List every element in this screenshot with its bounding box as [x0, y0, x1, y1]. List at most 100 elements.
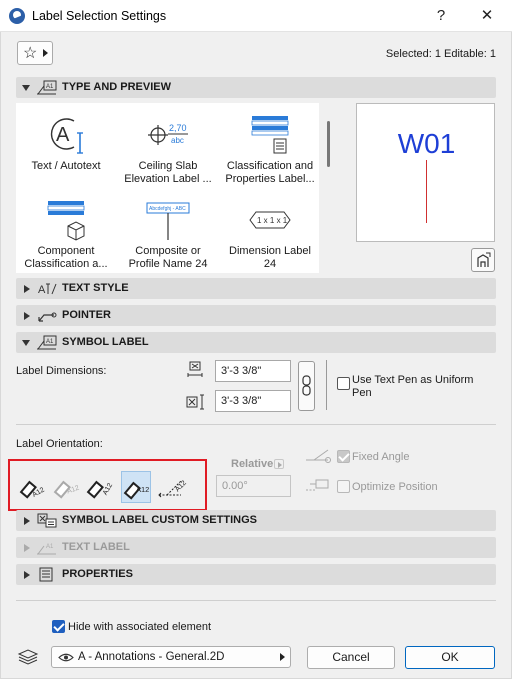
dimension-text: 1 x 1 x 1 [257, 216, 288, 225]
favorites-button[interactable]: ☆ [17, 41, 53, 65]
type-preview-icon: A1 [37, 80, 57, 95]
tile-label: Text / Autotext [31, 160, 101, 172]
orientation-perpendicular-button[interactable]: A12 [84, 471, 114, 503]
label-height-field[interactable]: 3'-3 3/8" [215, 390, 291, 412]
tile-label: Ceiling Slab Elevation Label ... [124, 160, 212, 185]
angle-field[interactable]: 0.00° [216, 475, 291, 497]
hide-with-element-label: Hide with associated element [68, 621, 212, 633]
section-symbol-label-custom[interactable]: SYMBOL LABEL CUSTOM SETTINGS [16, 510, 496, 531]
link-dimensions-button[interactable] [298, 361, 315, 411]
chevron-right-icon [278, 462, 282, 468]
layer-name: A - Annotations - General.2D [78, 651, 225, 663]
tile-label: Classification and Properties Label... [225, 160, 315, 185]
optimize-position-checkbox[interactable] [337, 480, 350, 493]
tile-label: Dimension Label 24 [229, 245, 311, 270]
label-type-component[interactable]: Component Classification a... [18, 190, 114, 275]
relative-dropdown[interactable] [274, 459, 284, 469]
optimize-position-label: Optimize Position [352, 481, 438, 493]
vertical-divider [326, 360, 327, 410]
selection-info: Selected: 1 Editable: 1 [385, 48, 496, 60]
fixed-angle-icon [306, 449, 331, 463]
label-type-list: A Text / Autotext 2,70 abc Ceiling Slab … [16, 103, 319, 273]
section-pointer[interactable]: POINTER [16, 305, 496, 326]
label-dimensions-label: Label Dimensions: [16, 365, 107, 377]
svg-text:A1: A1 [46, 84, 54, 90]
section-text-style[interactable]: A TEXT STYLE [16, 278, 496, 299]
svg-text:A12: A12 [102, 482, 114, 496]
collapse-arrow-icon [24, 544, 30, 552]
ceiling-value: 2,70 [169, 123, 187, 133]
label-type-classification[interactable]: Classification and Properties Label... [222, 105, 318, 190]
orientation-horizontal-button[interactable]: A12 [17, 471, 47, 503]
fixed-angle-checkbox[interactable] [337, 450, 350, 463]
pointer-icon [38, 312, 57, 322]
preview-pointer-line [426, 160, 427, 223]
preview-panel: W01 [356, 103, 495, 242]
orientation-angled-button[interactable]: A12 [157, 471, 188, 503]
label-type-text-autotext[interactable]: A Text / Autotext [18, 105, 114, 190]
section-label: TEXT STYLE [62, 282, 129, 294]
collapse-arrow-icon [24, 285, 30, 293]
label-type-dimension[interactable]: 1 x 1 x 1 Dimension Label 24 [222, 190, 318, 275]
preview-view-button[interactable] [471, 248, 495, 272]
cancel-button[interactable]: Cancel [307, 646, 395, 669]
use-text-pen-label: Use Text Pen as Uniform Pen [352, 374, 474, 399]
text-style-icon: A [38, 283, 57, 296]
text-label-icon: A1 [37, 544, 56, 555]
svg-text:A12: A12 [136, 485, 149, 494]
width-dimension-icon [187, 361, 203, 377]
orientation-parallel-icon: A12 [53, 480, 80, 499]
collapse-arrow-icon [24, 312, 30, 320]
orientation-horizontal-text-icon: A12 [123, 481, 149, 500]
list-scrollbar[interactable] [327, 121, 330, 167]
label-orientation-label: Label Orientation: [16, 438, 103, 450]
properties-icon [39, 567, 53, 582]
composite-text: Abcdefghj - ABC [149, 206, 186, 212]
orientation-horizontal-text-button[interactable]: A12 [121, 471, 151, 503]
chevron-right-icon [43, 49, 48, 57]
custom-settings-icon [37, 513, 57, 528]
ok-button[interactable]: OK [405, 646, 495, 669]
section-label: PROPERTIES [62, 568, 133, 580]
preview-text: W01 [397, 128, 456, 159]
optimize-position-icon [306, 479, 329, 491]
section-type-and-preview[interactable]: A1 TYPE AND PREVIEW [16, 77, 496, 98]
section-label: TYPE AND PREVIEW [62, 81, 171, 93]
layers-icon [17, 649, 39, 665]
hide-with-element-checkbox[interactable] [52, 620, 65, 633]
layer-dropdown[interactable]: A - Annotations - General.2D [51, 646, 291, 668]
tile-label: Composite or Profile Name 24 [128, 245, 208, 270]
use-text-pen-checkbox[interactable] [337, 377, 350, 390]
preview-mode-icon [477, 252, 491, 267]
svg-text:A: A [56, 124, 70, 146]
section-text-label[interactable]: A1 TEXT LABEL [16, 537, 496, 558]
label-type-ceiling-slab[interactable]: 2,70 abc Ceiling Slab Elevation Label ..… [120, 105, 216, 190]
component-icon [47, 201, 85, 241]
orientation-parallel-button[interactable]: A12 [51, 471, 81, 503]
section-properties[interactable]: PROPERTIES [16, 564, 496, 585]
collapse-arrow-icon [24, 571, 30, 579]
close-button[interactable]: ✕ [472, 4, 502, 28]
height-dimension-icon [186, 394, 204, 410]
section-label: SYMBOL LABEL CUSTOM SETTINGS [62, 514, 257, 526]
svg-text:A: A [38, 284, 46, 296]
eye-icon [58, 653, 74, 662]
svg-text:A1: A1 [46, 544, 54, 550]
fixed-angle-label: Fixed Angle [352, 451, 410, 463]
orientation-angled-icon: A12 [158, 480, 188, 498]
label-width-field[interactable]: 3'-3 3/8" [215, 360, 291, 382]
tile-label: Component Classification a... [24, 245, 108, 270]
title-bar: Label Selection Settings ? ✕ [0, 0, 512, 32]
help-button[interactable]: ? [426, 4, 456, 28]
relative-label: Relative [231, 458, 274, 470]
expand-arrow-icon [22, 85, 30, 91]
orientation-perpendicular-icon: A12 [86, 480, 114, 499]
collapse-arrow-icon [24, 517, 30, 525]
section-symbol-label[interactable]: A1 SYMBOL LABEL [16, 332, 496, 353]
window-title: Label Selection Settings [32, 9, 167, 23]
svg-text:A12: A12 [174, 480, 188, 494]
label-type-composite[interactable]: Abcdefghj - ABC Composite or Profile Nam… [120, 190, 216, 275]
composite-icon: Abcdefghj - ABC [146, 202, 190, 240]
dimension-label-icon: 1 x 1 x 1 [249, 211, 291, 229]
text-autotext-icon: A [50, 118, 83, 154]
